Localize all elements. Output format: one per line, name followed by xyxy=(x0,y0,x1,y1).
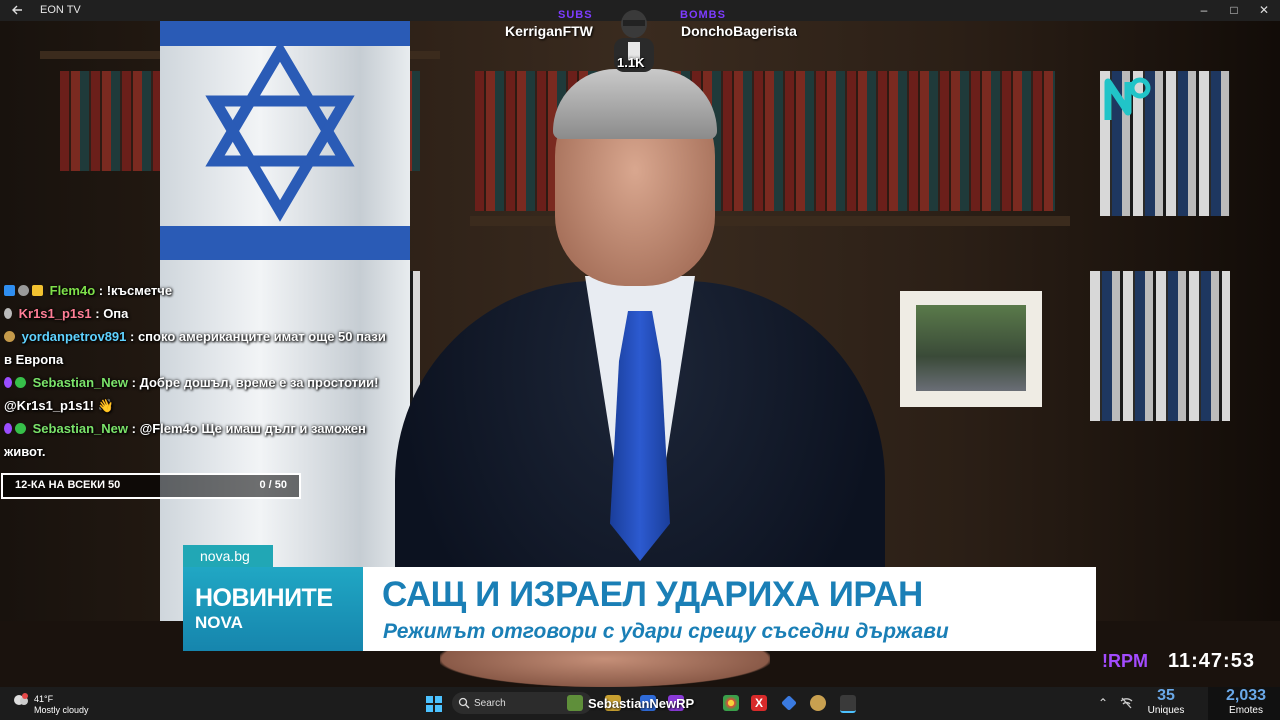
chat-message: Flem4o : !късметче xyxy=(4,279,394,302)
emotes-count: 2,033 xyxy=(1225,687,1267,704)
top-supporters: SUBS BOMBS KerriganFTW DonchoBagerista 1… xyxy=(470,0,830,80)
cookie-badge-icon xyxy=(4,331,15,342)
supporter-count: 1.1K xyxy=(617,55,645,70)
chevron-up-icon[interactable]: ⌃ xyxy=(1098,696,1108,710)
cloud-icon[interactable] xyxy=(12,691,30,709)
subs-label: SUBS xyxy=(558,9,593,21)
news-site-tag: nova.bg xyxy=(183,545,273,567)
search-icon xyxy=(458,697,470,709)
bombs-label: BOMBS xyxy=(680,9,726,21)
maximize-button[interactable]: □ xyxy=(1218,0,1250,21)
chat-username[interactable]: Sebastian_New xyxy=(33,421,128,436)
search-placeholder: Search xyxy=(474,698,506,709)
books xyxy=(60,71,170,171)
verified-badge-icon xyxy=(15,423,26,434)
uniques-count: 35 xyxy=(1157,687,1175,704)
network-off-icon[interactable] xyxy=(1120,697,1133,709)
goal-label: 12-КА НА ВСЕКИ 50 xyxy=(15,479,121,491)
chat-message: yordanpetrov891 : споко американците има… xyxy=(4,325,394,371)
streamer-name: SebastianNewRP xyxy=(588,696,695,711)
news-lower-third: САЩ И ИЗРАЕЛ УДАРИХА ИРАН Режимът отгово… xyxy=(363,567,1096,651)
show-network: NOVA xyxy=(195,613,243,632)
weather-condition[interactable]: Mostly cloudy xyxy=(34,705,89,715)
chat-overlay: Flem4o : !късметче Kr1s1_p1s1 : Опа yord… xyxy=(4,279,394,463)
gift-badge-icon xyxy=(4,308,12,319)
uniques-stat: 35 Uniques xyxy=(1136,687,1196,720)
goal-progress: 0 / 50 xyxy=(259,479,287,491)
app-icon[interactable] xyxy=(810,695,826,711)
window-title: EON TV xyxy=(40,4,81,16)
chat-username[interactable]: yordanpetrov891 xyxy=(22,329,127,344)
taskbar: 41°F Mostly cloudy Search SebastianNewRP… xyxy=(0,687,1280,720)
chat-message: Sebastian_New : @Flem4o Ще имаш дълг и з… xyxy=(4,417,394,463)
news-headline: САЩ И ИЗРАЕЛ УДАРИХА ИРАН xyxy=(382,575,923,614)
top-bomb-username: DonchoBagerista xyxy=(681,23,797,39)
rpm-command: !RPM xyxy=(1102,651,1148,671)
terminal-icon[interactable] xyxy=(840,695,856,713)
news-subheadline: Режимът отговори с удари срещу съседни д… xyxy=(383,620,949,643)
chat-username[interactable]: Sebastian_New xyxy=(33,375,128,390)
chrome-icon[interactable] xyxy=(723,695,739,711)
verified-badge-icon xyxy=(15,377,26,388)
weather-temperature[interactable]: 41°F xyxy=(34,694,53,704)
crown-badge-icon xyxy=(32,285,43,296)
mic-badge-icon xyxy=(4,377,12,388)
chat-text: : Опа xyxy=(95,306,129,321)
back-arrow-icon[interactable] xyxy=(10,3,24,17)
chat-message: Sebastian_New : Добре дошъл, време е за … xyxy=(4,371,394,417)
sub-goal-bar: 12-КА НА ВСЕКИ 50 0 / 50 xyxy=(1,473,301,499)
close-button[interactable]: ✕ xyxy=(1248,0,1280,21)
emotes-label: Emotes xyxy=(1229,705,1263,716)
show-name: НОВИНИТЕ xyxy=(195,584,333,612)
photo-frame xyxy=(900,291,1042,407)
top-sub-username: KerriganFTW xyxy=(505,23,593,39)
chat-username[interactable]: Flem4o xyxy=(50,283,96,298)
cube-badge-icon xyxy=(4,285,15,296)
mic-badge-icon xyxy=(4,423,12,434)
uniques-label: Uniques xyxy=(1147,705,1185,716)
news-show-brand: НОВИНИТЕ NOVA xyxy=(183,567,363,651)
app-icon[interactable] xyxy=(567,695,583,711)
windows-start-icon[interactable] xyxy=(426,696,442,712)
chat-username[interactable]: Kr1s1_p1s1 xyxy=(19,306,92,321)
app-icon[interactable] xyxy=(781,695,797,711)
emotes-stat: 2,033 Emotes xyxy=(1208,687,1280,720)
books xyxy=(1090,271,1230,421)
nova-channel-logo xyxy=(1104,77,1151,120)
chat-text: : !късметче xyxy=(98,283,173,298)
chat-message: Kr1s1_p1s1 : Опа xyxy=(4,302,394,325)
stream-clock: 11:47:53 xyxy=(1168,650,1255,672)
globe-badge-icon xyxy=(18,285,29,296)
app-x-icon[interactable]: X xyxy=(751,695,767,711)
minimize-button[interactable]: – xyxy=(1188,0,1220,21)
